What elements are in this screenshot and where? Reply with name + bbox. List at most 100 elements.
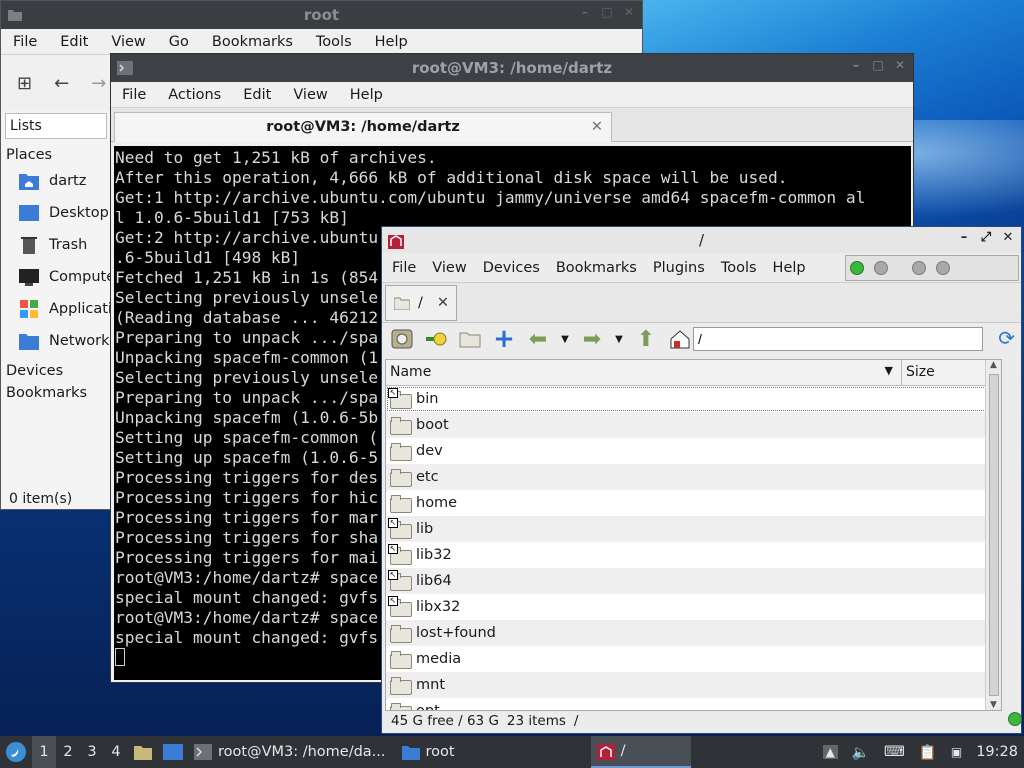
close-icon[interactable]: ✕	[893, 58, 907, 72]
file-row-boot[interactable]: boot	[386, 412, 1001, 438]
menu-file[interactable]: File	[111, 87, 157, 103]
task-spacefm[interactable]: /	[590, 736, 691, 768]
menu-help[interactable]: Help	[363, 34, 419, 50]
volume-icon[interactable]: 🔈	[852, 744, 870, 761]
file-row-dev[interactable]: dev	[386, 438, 1001, 464]
menu-devices[interactable]: Devices	[473, 260, 546, 276]
scroll-down-icon[interactable]: ▼	[986, 700, 1001, 710]
tree-folder-icon[interactable]	[458, 328, 482, 350]
menu-edit[interactable]: Edit	[48, 34, 99, 50]
scroll-up-icon[interactable]: ▲	[986, 360, 1001, 370]
workspace-1[interactable]: 1	[32, 736, 56, 768]
close-icon[interactable]: ✕	[622, 5, 636, 19]
menu-tools[interactable]: Tools	[711, 260, 763, 276]
menu-go[interactable]: Go	[157, 34, 200, 50]
menu-bookmarks[interactable]: Bookmarks	[200, 34, 304, 50]
show-desktop-icon[interactable]	[158, 744, 188, 760]
task-terminal[interactable]: root@VM3: /home/da...	[188, 736, 392, 768]
network-status-icon[interactable]: ▣	[951, 745, 962, 759]
back-arrow-icon[interactable]: ←	[54, 73, 69, 94]
menu-help[interactable]: Help	[763, 260, 812, 276]
workspace-3[interactable]: 3	[80, 744, 104, 760]
home-icon[interactable]	[668, 328, 692, 350]
menu-tools[interactable]: Tools	[304, 34, 363, 50]
folder-link-icon: ↖	[388, 544, 412, 565]
menu-view[interactable]: View	[282, 87, 338, 103]
up-arrow-icon[interactable]: ⬆	[634, 327, 658, 352]
forward-history-chevron-icon[interactable]: ▼	[614, 328, 624, 350]
clock[interactable]: 19:28	[976, 744, 1018, 760]
path-input[interactable]	[693, 327, 983, 351]
menu-actions[interactable]: Actions	[157, 87, 232, 103]
task-root-file-manager[interactable]: root	[396, 736, 461, 768]
file-row-media[interactable]: media	[386, 646, 1001, 672]
keyboard-icon[interactable]: ⌨	[884, 744, 905, 760]
file-name: opt	[416, 703, 440, 711]
maximize-icon[interactable]: □	[871, 58, 885, 72]
menu-bookmarks[interactable]: Bookmarks	[546, 260, 643, 276]
file-name: bin	[416, 391, 439, 407]
sidebar-item-dartz[interactable]: dartz	[1, 165, 111, 197]
device-icon[interactable]	[390, 328, 414, 350]
file-row-lib64[interactable]: ↖ lib64	[386, 568, 1001, 594]
close-tab-icon[interactable]: ✕	[591, 113, 603, 141]
file-manager-launcher-icon[interactable]	[128, 743, 158, 761]
new-tab-icon[interactable]: ⊞	[17, 73, 32, 94]
menu-file[interactable]: File	[1, 34, 48, 50]
column-name-header[interactable]: Name ▼	[386, 360, 902, 385]
maximize-icon[interactable]: ⤢	[979, 231, 993, 245]
close-tab-icon[interactable]: ✕	[437, 295, 449, 311]
sidebar-item-applications[interactable]: Applications	[1, 293, 111, 325]
workspace-2[interactable]: 2	[56, 744, 80, 760]
menu-edit[interactable]: Edit	[232, 87, 282, 103]
menu-plugins[interactable]: Plugins	[643, 260, 711, 276]
file-row-lib[interactable]: ↖ lib	[386, 516, 1001, 542]
bookmark-go-icon[interactable]	[424, 328, 448, 350]
panel-1-toggle[interactable]	[850, 261, 864, 275]
file-row-mnt[interactable]: mnt	[386, 672, 1001, 698]
minimize-icon[interactable]: –	[849, 58, 863, 72]
sidebar-item-computer[interactable]: Computer	[1, 261, 111, 293]
file-row-lost-found[interactable]: lost+found	[386, 620, 1001, 646]
file-row-opt[interactable]: opt	[386, 698, 1001, 711]
file-row-libx32[interactable]: ↖ libx32	[386, 594, 1001, 620]
workspace-4[interactable]: 4	[104, 744, 128, 760]
minimize-icon[interactable]: –	[957, 231, 971, 245]
terminal-tab[interactable]: root@VM3: /home/dartz ✕	[114, 112, 612, 142]
panel-2-toggle[interactable]	[874, 261, 888, 275]
panel-4-toggle[interactable]	[936, 261, 950, 275]
new-tab-plus-icon[interactable]: +	[492, 324, 516, 354]
file-row-etc[interactable]: etc	[386, 464, 1001, 490]
menu-view[interactable]: View	[422, 260, 472, 276]
sidebar-item-network[interactable]: Network	[1, 325, 111, 357]
menu-file[interactable]: File	[382, 260, 422, 276]
app-menu-icon[interactable]	[0, 736, 32, 768]
file-row-bin[interactable]: ↖ bin	[386, 386, 1001, 412]
clipboard-icon[interactable]: 📋	[919, 744, 937, 761]
sidebar-item-desktop[interactable]: Desktop	[1, 197, 111, 229]
folder-link-icon: ↖	[388, 570, 412, 591]
tray-expand-icon[interactable]: ▲	[822, 745, 838, 759]
file-list-scrollbar[interactable]: ▲ ▼	[985, 360, 1001, 710]
menu-help[interactable]: Help	[339, 87, 394, 103]
root-window-titlebar[interactable]: root – □ ✕	[1, 1, 642, 29]
sidebar-item-trash[interactable]: Trash	[1, 229, 111, 261]
spacefm-tab[interactable]: / ✕	[385, 285, 457, 321]
terminal-titlebar[interactable]: root@VM3: /home/dartz – □ ✕	[111, 54, 913, 82]
forward-arrow-icon[interactable]: →	[91, 73, 106, 94]
forward-arrow-icon[interactable]: ➡	[580, 327, 604, 352]
file-row-home[interactable]: home	[386, 490, 1001, 516]
back-history-chevron-icon[interactable]: ▼	[560, 328, 570, 350]
places-heading: Places	[6, 147, 53, 163]
file-row-lib32[interactable]: ↖ lib32	[386, 542, 1001, 568]
scrollbar-thumb[interactable]	[989, 374, 999, 696]
minimize-icon[interactable]: –	[578, 5, 592, 19]
panel-3-toggle[interactable]	[912, 261, 926, 275]
back-arrow-icon[interactable]: ⬅	[526, 327, 550, 352]
menu-view[interactable]: View	[99, 34, 156, 50]
maximize-icon[interactable]: □	[600, 5, 614, 19]
sidebar-mode-select[interactable]: Lists	[5, 113, 107, 139]
refresh-icon[interactable]: ⟳	[998, 326, 1015, 350]
spacefm-titlebar[interactable]: / – ⤢ ✕	[382, 227, 1021, 253]
close-icon[interactable]: ✕	[1001, 231, 1015, 245]
